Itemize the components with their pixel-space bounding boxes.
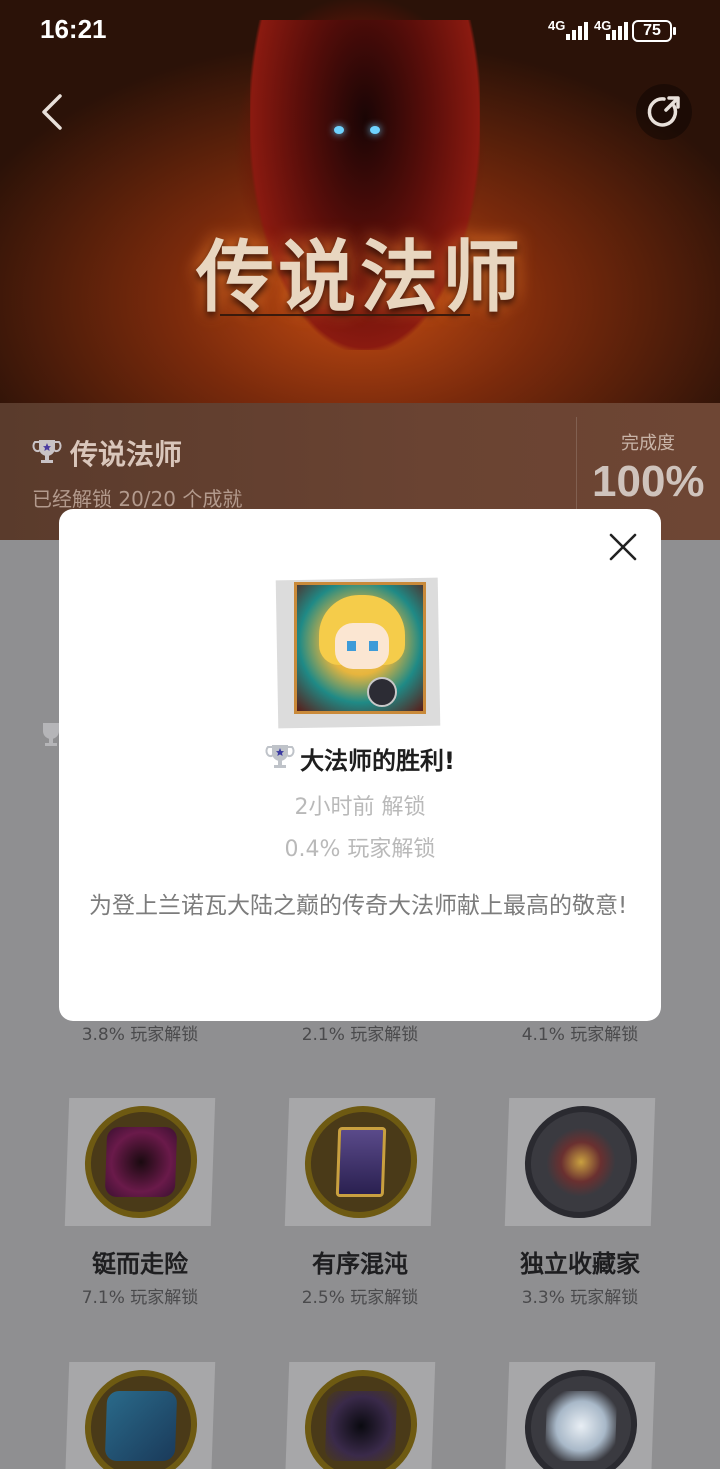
signal-strength-icon	[566, 20, 588, 40]
battery-icon: 75	[632, 20, 672, 42]
achievement-card	[504, 1098, 656, 1226]
achievement-card	[284, 1362, 436, 1469]
achievement-rate: 7.1% 玩家解锁	[81, 1288, 199, 1308]
achievement-item[interactable]: 有序混沌 2.5% 玩家解锁	[250, 1098, 470, 1308]
achievement-title: 独立收藏家	[520, 1250, 640, 1278]
signal-strength-icon	[606, 20, 628, 40]
back-button[interactable]	[30, 88, 78, 136]
achievement-title: 铤而走险	[92, 1250, 188, 1278]
achievement-item[interactable]: 独立收藏家 3.3% 玩家解锁	[470, 1098, 690, 1308]
completion-value: 100%	[592, 457, 705, 506]
character-eye	[370, 126, 380, 134]
achievement-detail-modal: 大法师的胜利! 2小时前 解锁 0.4% 玩家解锁 为登上兰诺瓦大陆之巅的传奇大…	[59, 509, 661, 1021]
completion-label: 完成度	[621, 433, 675, 454]
achievement-card	[64, 1362, 216, 1469]
achievement-rate: 3.8% 玩家解锁	[81, 1025, 199, 1045]
achievement-card	[504, 1362, 656, 1469]
card-badge-icon	[303, 1106, 419, 1218]
game-name: 传说法师	[70, 438, 183, 471]
share-icon	[647, 96, 680, 127]
achievement-item[interactable]	[470, 1362, 690, 1469]
character-eye	[334, 126, 344, 134]
status-time: 16:21	[40, 14, 107, 44]
crystal-badge-icon	[523, 1370, 639, 1469]
scroll-badge-icon	[83, 1370, 199, 1469]
hooded-figure-badge-icon	[303, 1370, 419, 1469]
achievement-item[interactable]: 铤而走险 7.1% 玩家解锁	[30, 1098, 250, 1308]
achievement-item[interactable]	[250, 1362, 470, 1469]
share-button[interactable]	[636, 84, 692, 140]
hero-title-underline	[220, 314, 470, 316]
achievement-title: 大法师的胜利!	[300, 747, 456, 775]
network-type-1: 4G	[548, 18, 566, 33]
close-button[interactable]	[607, 531, 639, 563]
battery-tip	[673, 27, 676, 35]
achievement-rate: 4.1% 玩家解锁	[521, 1025, 639, 1045]
achievement-description: 为登上兰诺瓦大陆之巅的传奇大法师献上最高的敬意!	[89, 893, 628, 919]
achievement-card	[64, 1098, 216, 1226]
unlock-rate: 0.4% 玩家解锁	[284, 837, 436, 862]
collection-badge-icon	[523, 1106, 639, 1218]
archmage-achievement-icon	[294, 582, 426, 714]
achievement-rate: 2.5% 玩家解锁	[301, 1288, 419, 1308]
achievement-item[interactable]	[30, 1362, 250, 1469]
chevron-left-icon	[42, 94, 62, 130]
achievement-title: 有序混沌	[312, 1250, 408, 1278]
trophy-icon	[32, 437, 62, 471]
achievement-rate: 2.1% 玩家解锁	[301, 1025, 419, 1045]
status-bar: 16:21 4G 4G 75	[0, 0, 720, 62]
close-icon	[609, 533, 637, 561]
achievement-card	[284, 1098, 436, 1226]
skull-badge-icon	[83, 1106, 199, 1218]
hero-title-art: 传说法师	[195, 232, 524, 323]
trophy-icon	[265, 742, 295, 776]
achievement-title-row: 大法师的胜利!	[59, 741, 661, 776]
unlock-time: 2小时前 解锁	[294, 795, 426, 820]
achievement-rate: 3.3% 玩家解锁	[521, 1288, 639, 1308]
unlocked-count: 已经解锁 20/20 个成就	[32, 487, 243, 511]
